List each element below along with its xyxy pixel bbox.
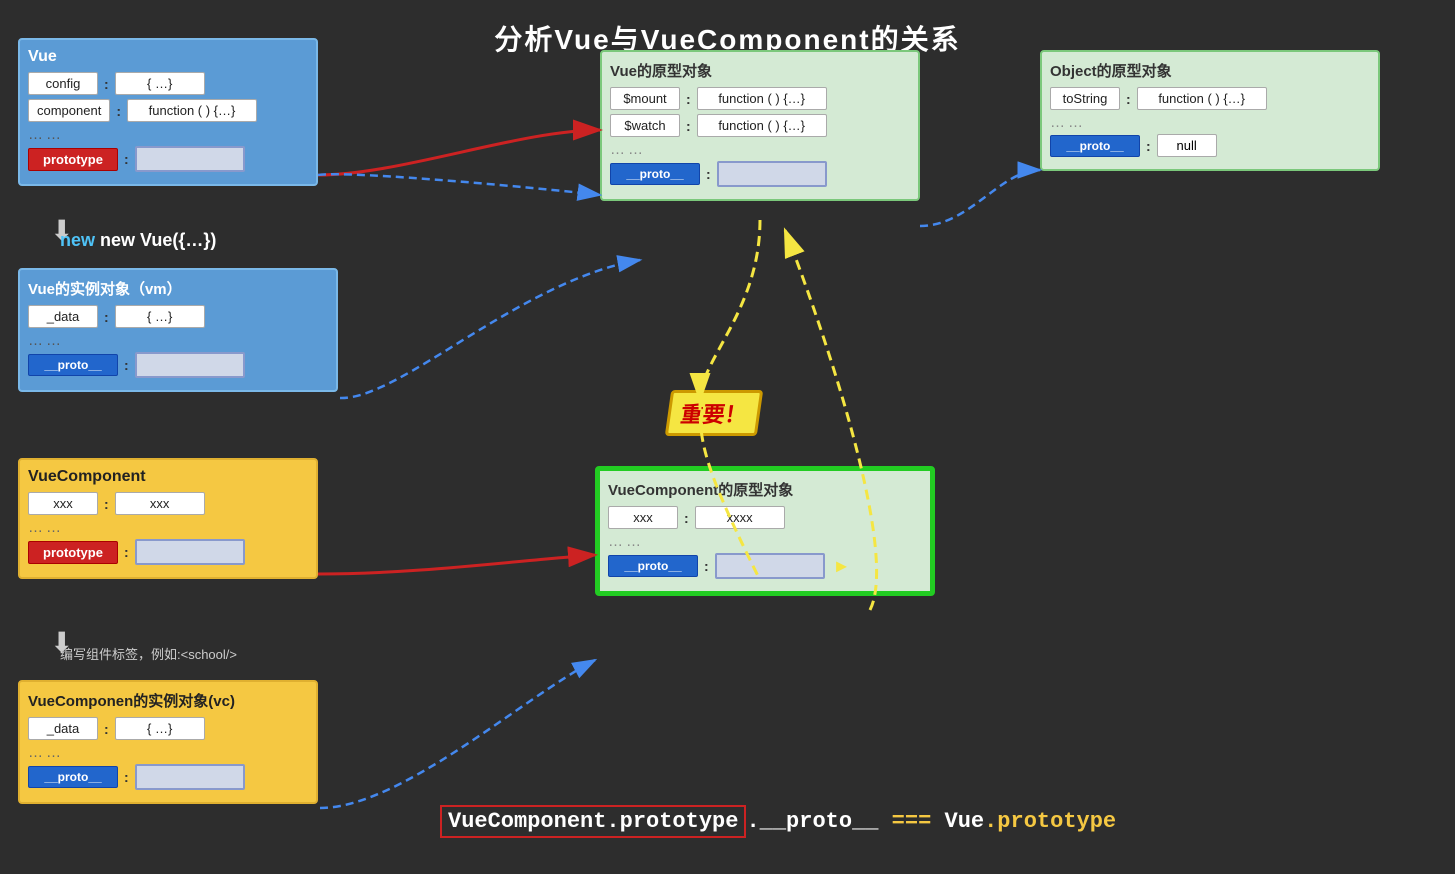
vuecomp-instance-title: VueComponen的实例对象(vc)	[28, 690, 308, 711]
colon: :	[1144, 138, 1153, 154]
vc-instance-proto-row: __proto__ :	[28, 764, 308, 790]
formula-part5: .prototype	[984, 809, 1116, 834]
vc-prototype-row: prototype :	[28, 539, 308, 565]
vue-proto-proto-val	[717, 161, 827, 187]
colon: :	[704, 166, 713, 182]
vc-xxx-row: xxx : xxx	[28, 492, 308, 515]
formula: VueComponent.prototype.__proto__ === Vue…	[440, 809, 1116, 834]
vcp-dots: ……	[608, 533, 922, 550]
vcp-xxx-key: xxx	[608, 506, 678, 529]
vm-data-row: _data : { …}	[28, 305, 328, 328]
vue-proto-proto-key: __proto__	[610, 163, 700, 185]
tostring-key: toString	[1050, 87, 1120, 110]
vcp-proto-row: __proto__ : ►	[608, 553, 922, 579]
vue-box: Vue config : { …} component : function (…	[18, 38, 318, 186]
colon: :	[684, 118, 693, 134]
vcp-proto-val	[715, 553, 825, 579]
vue-prototype-key: prototype	[28, 148, 118, 171]
vue-proto-box: Vue的原型对象 $mount : function ( ) {…} $watc…	[600, 50, 920, 201]
vue-dots: ……	[28, 126, 308, 143]
colon: :	[122, 544, 131, 560]
vc-instance-proto-key: __proto__	[28, 766, 118, 788]
colon: :	[102, 309, 111, 325]
colon: :	[102, 721, 111, 737]
vuecomp-proto-box: VueComponent的原型对象 xxx : xxxx …… __proto_…	[595, 466, 935, 596]
mount-val: function ( ) {…}	[697, 87, 827, 110]
watch-key: $watch	[610, 114, 680, 137]
formula-part1: VueComponent.prototype	[440, 805, 746, 838]
colon: :	[114, 103, 123, 119]
colon: :	[682, 510, 691, 526]
vm-proto-key: __proto__	[28, 354, 118, 376]
vue-box-title: Vue	[28, 48, 308, 66]
vm-data-val: { …}	[115, 305, 205, 328]
vue-proto-proto-row: __proto__ :	[610, 161, 910, 187]
colon: :	[102, 496, 111, 512]
watch-val: function ( ) {…}	[697, 114, 827, 137]
tostring-val: function ( ) {…}	[1137, 87, 1267, 110]
vm-proto-val	[135, 352, 245, 378]
vc-xxx-val: xxx	[115, 492, 205, 515]
vue-component-val: function ( ) {…}	[127, 99, 257, 122]
vue-prototype-row: prototype :	[28, 146, 308, 172]
obj-proto-null: null	[1157, 134, 1217, 157]
arrow-right-small: ►	[833, 556, 851, 577]
vue-config-row: config : { …}	[28, 72, 308, 95]
vc-instance-proto-val	[135, 764, 245, 790]
vuecomp-box-title: VueComponent	[28, 468, 308, 486]
formula-part4: Vue	[945, 809, 985, 834]
vc-prototype-val	[135, 539, 245, 565]
vue-config-key: config	[28, 72, 98, 95]
obj-proto-proto-row: __proto__ : null	[1050, 134, 1370, 157]
vcp-proto-key: __proto__	[608, 555, 698, 577]
formula-part3: ===	[878, 809, 944, 834]
obj-proto-proto-key: __proto__	[1050, 135, 1140, 157]
vcp-xxx-row: xxx : xxxx	[608, 506, 922, 529]
vc-data-row: _data : { …}	[28, 717, 308, 740]
vue-component-key: component	[28, 99, 110, 122]
vue-proto-title: Vue的原型对象	[610, 60, 910, 81]
vc-instance-dots: ……	[28, 744, 308, 761]
vc-dots: ……	[28, 519, 308, 536]
vue-prototype-val	[135, 146, 245, 172]
mount-row: $mount : function ( ) {…}	[610, 87, 910, 110]
tostring-row: toString : function ( ) {…}	[1050, 87, 1370, 110]
colon: :	[102, 76, 111, 92]
obj-proto-title: Object的原型对象	[1050, 60, 1370, 81]
obj-proto-dots: ……	[1050, 114, 1370, 131]
colon: :	[702, 558, 711, 574]
vm-dots: ……	[28, 332, 328, 349]
vuecomp-proto-title: VueComponent的原型对象	[608, 479, 922, 500]
vc-data-key: _data	[28, 717, 98, 740]
colon: :	[122, 769, 131, 785]
vue-instance-box: Vue的实例对象（vm） _data : { …} …… __proto__ :	[18, 268, 338, 392]
mount-key: $mount	[610, 87, 680, 110]
watch-row: $watch : function ( ) {…}	[610, 114, 910, 137]
write-comp-label: 编写组件标签，例如:<school/>	[60, 644, 237, 663]
vue-config-val: { …}	[115, 72, 205, 95]
vc-xxx-key: xxx	[28, 492, 98, 515]
vm-proto-row: __proto__ :	[28, 352, 328, 378]
vcp-xxx-val: xxxx	[695, 506, 785, 529]
formula-part2: .__proto__	[746, 809, 878, 834]
vue-component-row: component : function ( ) {…}	[28, 99, 308, 122]
colon: :	[122, 151, 131, 167]
colon: :	[1124, 91, 1133, 107]
colon: :	[684, 91, 693, 107]
obj-proto-box: Object的原型对象 toString : function ( ) {…} …	[1040, 50, 1380, 171]
vue-instance-title: Vue的实例对象（vm）	[28, 278, 328, 299]
colon: :	[122, 357, 131, 373]
important-badge: 重要！	[665, 390, 763, 436]
new-vue-label: new new Vue({…})	[60, 230, 216, 251]
vuecomp-box: VueComponent xxx : xxx …… prototype :	[18, 458, 318, 579]
vc-data-val: { …}	[115, 717, 205, 740]
vm-data-key: _data	[28, 305, 98, 328]
vue-proto-dots: ……	[610, 141, 910, 158]
vuecomp-instance-box: VueComponen的实例对象(vc) _data : { …} …… __p…	[18, 680, 318, 804]
vc-prototype-key: prototype	[28, 541, 118, 564]
